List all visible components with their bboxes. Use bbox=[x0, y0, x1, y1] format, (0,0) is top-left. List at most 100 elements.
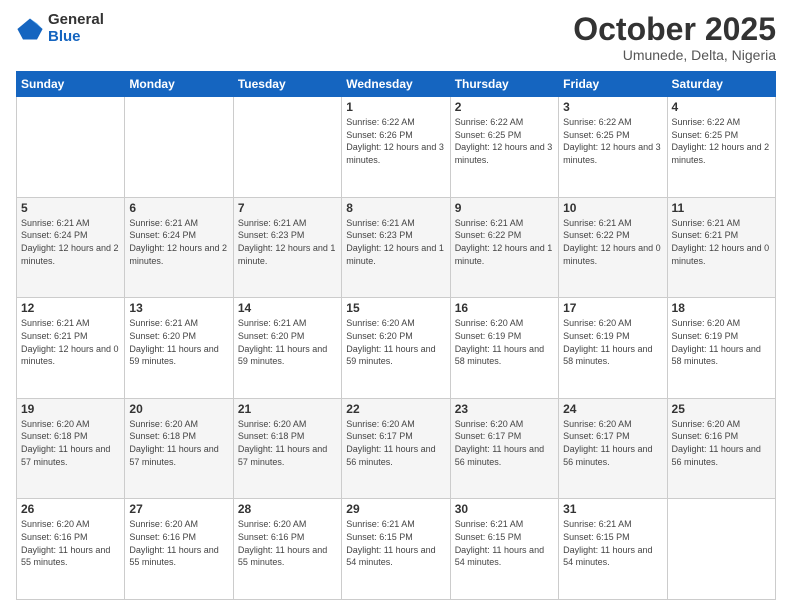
calendar-week-4: 19 Sunrise: 6:20 AMSunset: 6:18 PMDaylig… bbox=[17, 398, 776, 499]
day-info: Sunrise: 6:21 AMSunset: 6:20 PMDaylight:… bbox=[238, 318, 327, 366]
day-info: Sunrise: 6:21 AMSunset: 6:22 PMDaylight:… bbox=[455, 218, 553, 266]
calendar-body: 1 Sunrise: 6:22 AMSunset: 6:26 PMDayligh… bbox=[17, 97, 776, 600]
calendar-header-tuesday: Tuesday bbox=[233, 72, 341, 97]
day-info: Sunrise: 6:21 AMSunset: 6:15 PMDaylight:… bbox=[455, 519, 544, 567]
day-number: 28 bbox=[238, 502, 337, 516]
day-number: 31 bbox=[563, 502, 662, 516]
day-number: 3 bbox=[563, 100, 662, 114]
day-info: Sunrise: 6:21 AMSunset: 6:15 PMDaylight:… bbox=[563, 519, 652, 567]
day-number: 23 bbox=[455, 402, 554, 416]
day-info: Sunrise: 6:21 AMSunset: 6:24 PMDaylight:… bbox=[21, 218, 119, 266]
logo-icon bbox=[16, 15, 44, 43]
day-info: Sunrise: 6:20 AMSunset: 6:19 PMDaylight:… bbox=[455, 318, 544, 366]
calendar-cell: 23 Sunrise: 6:20 AMSunset: 6:17 PMDaylig… bbox=[450, 398, 558, 499]
calendar-cell: 6 Sunrise: 6:21 AMSunset: 6:24 PMDayligh… bbox=[125, 197, 233, 298]
calendar-cell: 22 Sunrise: 6:20 AMSunset: 6:17 PMDaylig… bbox=[342, 398, 450, 499]
calendar-cell: 25 Sunrise: 6:20 AMSunset: 6:16 PMDaylig… bbox=[667, 398, 775, 499]
logo: General Blue bbox=[16, 12, 104, 45]
calendar-cell: 20 Sunrise: 6:20 AMSunset: 6:18 PMDaylig… bbox=[125, 398, 233, 499]
day-info: Sunrise: 6:20 AMSunset: 6:16 PMDaylight:… bbox=[129, 519, 218, 567]
calendar-cell bbox=[125, 97, 233, 198]
day-number: 22 bbox=[346, 402, 445, 416]
day-number: 1 bbox=[346, 100, 445, 114]
calendar-cell: 30 Sunrise: 6:21 AMSunset: 6:15 PMDaylig… bbox=[450, 499, 558, 600]
calendar-cell: 2 Sunrise: 6:22 AMSunset: 6:25 PMDayligh… bbox=[450, 97, 558, 198]
calendar-header-row: SundayMondayTuesdayWednesdayThursdayFrid… bbox=[17, 72, 776, 97]
calendar-cell: 11 Sunrise: 6:21 AMSunset: 6:21 PMDaylig… bbox=[667, 197, 775, 298]
calendar-cell: 14 Sunrise: 6:21 AMSunset: 6:20 PMDaylig… bbox=[233, 298, 341, 399]
day-number: 7 bbox=[238, 201, 337, 215]
month-title: October 2025 bbox=[573, 12, 776, 47]
day-number: 10 bbox=[563, 201, 662, 215]
calendar-header-friday: Friday bbox=[559, 72, 667, 97]
calendar-cell: 8 Sunrise: 6:21 AMSunset: 6:23 PMDayligh… bbox=[342, 197, 450, 298]
calendar-cell: 18 Sunrise: 6:20 AMSunset: 6:19 PMDaylig… bbox=[667, 298, 775, 399]
calendar-header-wednesday: Wednesday bbox=[342, 72, 450, 97]
calendar-cell: 29 Sunrise: 6:21 AMSunset: 6:15 PMDaylig… bbox=[342, 499, 450, 600]
calendar-cell: 19 Sunrise: 6:20 AMSunset: 6:18 PMDaylig… bbox=[17, 398, 125, 499]
day-number: 19 bbox=[21, 402, 120, 416]
day-info: Sunrise: 6:20 AMSunset: 6:19 PMDaylight:… bbox=[563, 318, 652, 366]
calendar-cell: 12 Sunrise: 6:21 AMSunset: 6:21 PMDaylig… bbox=[17, 298, 125, 399]
day-info: Sunrise: 6:21 AMSunset: 6:24 PMDaylight:… bbox=[129, 218, 227, 266]
day-number: 27 bbox=[129, 502, 228, 516]
day-info: Sunrise: 6:20 AMSunset: 6:18 PMDaylight:… bbox=[129, 419, 218, 467]
calendar-cell: 7 Sunrise: 6:21 AMSunset: 6:23 PMDayligh… bbox=[233, 197, 341, 298]
day-number: 20 bbox=[129, 402, 228, 416]
day-info: Sunrise: 6:22 AMSunset: 6:25 PMDaylight:… bbox=[563, 117, 661, 165]
day-info: Sunrise: 6:20 AMSunset: 6:17 PMDaylight:… bbox=[346, 419, 435, 467]
day-info: Sunrise: 6:21 AMSunset: 6:21 PMDaylight:… bbox=[21, 318, 119, 366]
calendar-cell: 15 Sunrise: 6:20 AMSunset: 6:20 PMDaylig… bbox=[342, 298, 450, 399]
calendar-cell bbox=[17, 97, 125, 198]
day-info: Sunrise: 6:22 AMSunset: 6:25 PMDaylight:… bbox=[455, 117, 553, 165]
calendar-week-1: 1 Sunrise: 6:22 AMSunset: 6:26 PMDayligh… bbox=[17, 97, 776, 198]
calendar-cell: 13 Sunrise: 6:21 AMSunset: 6:20 PMDaylig… bbox=[125, 298, 233, 399]
day-number: 13 bbox=[129, 301, 228, 315]
calendar-cell: 10 Sunrise: 6:21 AMSunset: 6:22 PMDaylig… bbox=[559, 197, 667, 298]
header: General Blue October 2025 Umunede, Delta… bbox=[16, 12, 776, 63]
logo-general: General bbox=[48, 12, 104, 29]
day-number: 8 bbox=[346, 201, 445, 215]
calendar-header-thursday: Thursday bbox=[450, 72, 558, 97]
day-number: 2 bbox=[455, 100, 554, 114]
logo-text: General Blue bbox=[48, 12, 104, 45]
day-number: 12 bbox=[21, 301, 120, 315]
calendar-cell bbox=[233, 97, 341, 198]
day-info: Sunrise: 6:21 AMSunset: 6:15 PMDaylight:… bbox=[346, 519, 435, 567]
day-number: 25 bbox=[672, 402, 771, 416]
day-number: 24 bbox=[563, 402, 662, 416]
day-number: 29 bbox=[346, 502, 445, 516]
calendar-cell: 26 Sunrise: 6:20 AMSunset: 6:16 PMDaylig… bbox=[17, 499, 125, 600]
calendar-cell: 24 Sunrise: 6:20 AMSunset: 6:17 PMDaylig… bbox=[559, 398, 667, 499]
page: General Blue October 2025 Umunede, Delta… bbox=[0, 0, 792, 612]
day-number: 17 bbox=[563, 301, 662, 315]
location: Umunede, Delta, Nigeria bbox=[573, 47, 776, 63]
calendar-cell: 1 Sunrise: 6:22 AMSunset: 6:26 PMDayligh… bbox=[342, 97, 450, 198]
day-info: Sunrise: 6:20 AMSunset: 6:16 PMDaylight:… bbox=[238, 519, 327, 567]
day-info: Sunrise: 6:20 AMSunset: 6:20 PMDaylight:… bbox=[346, 318, 435, 366]
calendar-cell: 16 Sunrise: 6:20 AMSunset: 6:19 PMDaylig… bbox=[450, 298, 558, 399]
calendar-cell: 28 Sunrise: 6:20 AMSunset: 6:16 PMDaylig… bbox=[233, 499, 341, 600]
calendar-cell: 5 Sunrise: 6:21 AMSunset: 6:24 PMDayligh… bbox=[17, 197, 125, 298]
day-number: 9 bbox=[455, 201, 554, 215]
day-info: Sunrise: 6:20 AMSunset: 6:16 PMDaylight:… bbox=[21, 519, 110, 567]
day-info: Sunrise: 6:22 AMSunset: 6:25 PMDaylight:… bbox=[672, 117, 770, 165]
day-info: Sunrise: 6:20 AMSunset: 6:19 PMDaylight:… bbox=[672, 318, 761, 366]
calendar-cell: 3 Sunrise: 6:22 AMSunset: 6:25 PMDayligh… bbox=[559, 97, 667, 198]
calendar-cell: 21 Sunrise: 6:20 AMSunset: 6:18 PMDaylig… bbox=[233, 398, 341, 499]
calendar-cell: 4 Sunrise: 6:22 AMSunset: 6:25 PMDayligh… bbox=[667, 97, 775, 198]
day-info: Sunrise: 6:21 AMSunset: 6:23 PMDaylight:… bbox=[238, 218, 336, 266]
day-info: Sunrise: 6:21 AMSunset: 6:21 PMDaylight:… bbox=[672, 218, 770, 266]
day-info: Sunrise: 6:20 AMSunset: 6:18 PMDaylight:… bbox=[238, 419, 327, 467]
day-number: 5 bbox=[21, 201, 120, 215]
day-info: Sunrise: 6:21 AMSunset: 6:23 PMDaylight:… bbox=[346, 218, 444, 266]
day-number: 4 bbox=[672, 100, 771, 114]
day-info: Sunrise: 6:21 AMSunset: 6:22 PMDaylight:… bbox=[563, 218, 661, 266]
calendar-week-5: 26 Sunrise: 6:20 AMSunset: 6:16 PMDaylig… bbox=[17, 499, 776, 600]
calendar-week-3: 12 Sunrise: 6:21 AMSunset: 6:21 PMDaylig… bbox=[17, 298, 776, 399]
day-number: 14 bbox=[238, 301, 337, 315]
day-info: Sunrise: 6:20 AMSunset: 6:18 PMDaylight:… bbox=[21, 419, 110, 467]
calendar-cell: 9 Sunrise: 6:21 AMSunset: 6:22 PMDayligh… bbox=[450, 197, 558, 298]
calendar-week-2: 5 Sunrise: 6:21 AMSunset: 6:24 PMDayligh… bbox=[17, 197, 776, 298]
title-section: October 2025 Umunede, Delta, Nigeria bbox=[573, 12, 776, 63]
